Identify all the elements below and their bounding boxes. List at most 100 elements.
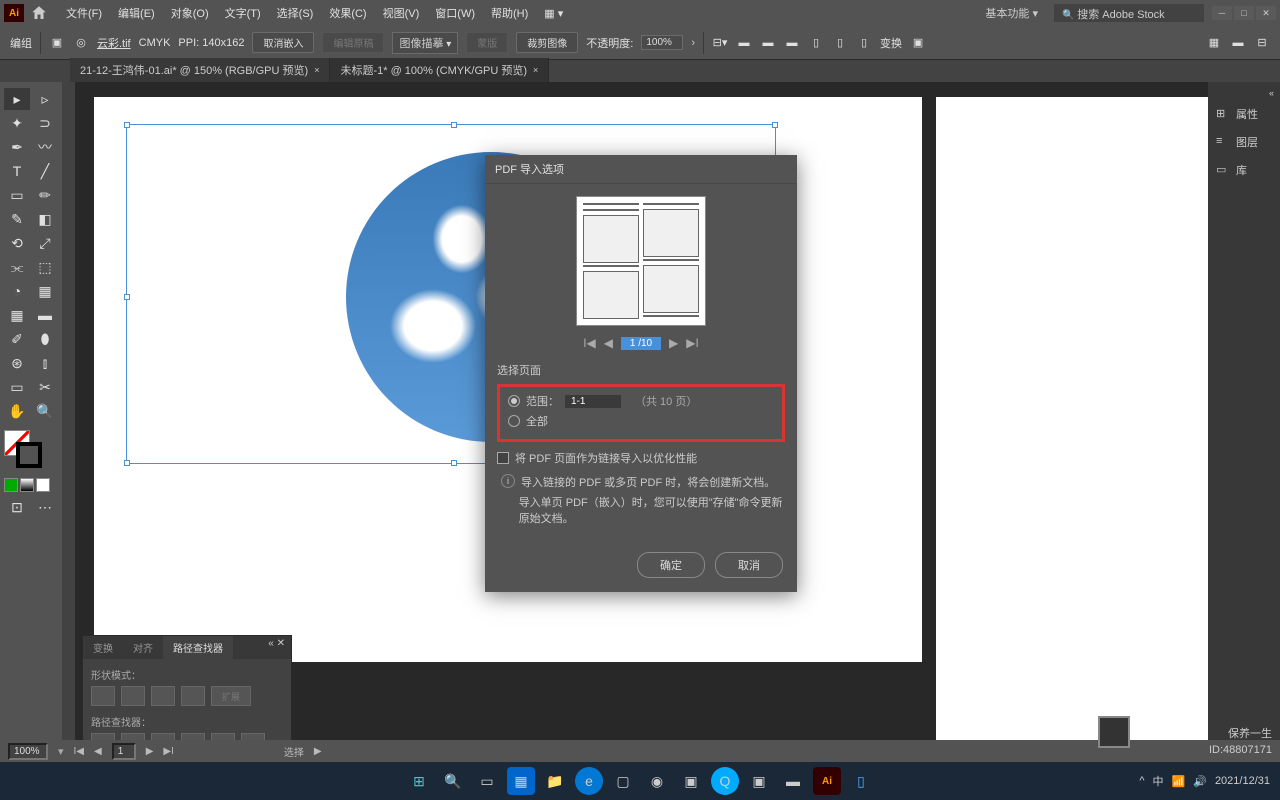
app-icon-1[interactable]: ▢ [609,767,637,795]
slice-tool[interactable]: ✂ [32,376,58,398]
shape-builder-tool[interactable]: ◔ [4,280,30,302]
menu-object[interactable]: 对象(O) [163,5,217,21]
menu-help[interactable]: 帮助(H) [483,5,536,21]
close-button[interactable]: ✕ [1256,6,1276,20]
transform-label[interactable]: 变换 [880,35,902,51]
range-radio[interactable] [508,395,520,407]
filename-label[interactable]: 云彩.tif [97,35,131,51]
nav-last-icon[interactable]: ▶I [163,746,173,757]
target-icon[interactable]: ◎ [73,35,89,51]
link-checkbox[interactable] [497,452,509,464]
app-icon-3[interactable]: Q [711,767,739,795]
curvature-tool[interactable]: 〰 [32,136,58,158]
app-icon-2[interactable]: ▣ [677,767,705,795]
illustrator-taskbar-icon[interactable]: Ai [813,767,841,795]
first-page-button[interactable]: I◀ [583,336,596,350]
maximize-button[interactable]: □ [1234,6,1254,20]
start-icon[interactable]: ⊞ [405,767,433,795]
tray-ime-icon[interactable]: 中 [1153,773,1164,789]
search-stock[interactable]: 🔍 搜索 Adobe Stock [1054,4,1204,22]
type-tool[interactable]: T [4,160,30,182]
tray-chevron-icon[interactable]: ^ [1139,775,1144,787]
edit-toolbar[interactable]: ⋯ [32,496,58,518]
last-page-button[interactable]: ▶I [686,336,699,350]
menu-file[interactable]: 文件(F) [58,5,110,21]
scale-tool[interactable]: ⤢ [32,232,58,254]
image-trace-dropdown[interactable]: 图像描摹 ▾ [392,32,458,54]
align-icon-3[interactable]: ▬ [760,35,776,51]
transform-tab[interactable]: 变换 [83,636,123,659]
prev-page-button[interactable]: ◀ [604,336,613,350]
zoom-tool[interactable]: 🔍 [32,400,58,422]
direct-selection-tool[interactable]: ▹ [32,88,58,110]
edge-icon[interactable]: e [575,767,603,795]
nav-first-icon[interactable]: I◀ [74,746,84,757]
screen-mode-tool[interactable]: ⊡ [4,496,30,518]
menu-window[interactable]: 窗口(W) [427,5,483,21]
perspective-tool[interactable]: ▦ [32,280,58,302]
embed-icon[interactable]: ▣ [49,35,65,51]
blend-tool[interactable]: ⬮ [32,328,58,350]
app-icon-4[interactable]: ▣ [745,767,773,795]
align-icon-1[interactable]: ⊟▾ [712,35,728,51]
intersect-button[interactable] [151,686,175,706]
ok-button[interactable]: 确定 [637,552,705,578]
nav-next-icon[interactable]: ▶ [146,746,154,757]
select-dropdown-icon[interactable]: ▶ [314,746,322,757]
rectangle-tool[interactable]: ▭ [4,184,30,206]
app-icon-6[interactable]: ▯ [847,767,875,795]
all-radio[interactable] [508,415,520,427]
properties-panel-tab[interactable]: ⊞属性 [1208,100,1280,128]
menu-select[interactable]: 选择(S) [269,5,322,21]
unite-button[interactable] [91,686,115,706]
crop-button[interactable]: 裁剪图像 [516,32,578,53]
align-icon-6[interactable]: ▯ [832,35,848,51]
align-icon-7[interactable]: ▯ [856,35,872,51]
menu-type[interactable]: 文字(T) [217,5,269,21]
color-swatch[interactable] [4,478,18,492]
opacity-input[interactable] [641,35,683,50]
none-swatch[interactable] [36,478,50,492]
graph-tool[interactable]: ⫾ [32,352,58,374]
tab-close-icon[interactable]: × [314,65,319,75]
tab-1[interactable]: 21-12-王鸿伟-01.ai* @ 150% (RGB/GPU 预览)× [70,58,330,82]
artboard-nav-input[interactable] [112,743,136,760]
align-icon-4[interactable]: ▬ [784,35,800,51]
nav-prev-icon[interactable]: ◀ [94,746,102,757]
eraser-tool[interactable]: ◧ [32,208,58,230]
shaper-tool[interactable]: ✎ [4,208,30,230]
zoom-input[interactable] [8,743,48,760]
search-icon[interactable]: 🔍 [439,767,467,795]
range-input[interactable] [565,395,621,408]
taskview-icon[interactable]: ▭ [473,767,501,795]
align-tab[interactable]: 对齐 [123,636,163,659]
widgets-icon[interactable]: ▦ [507,767,535,795]
tray-volume-icon[interactable]: 🔊 [1193,775,1207,788]
mesh-tool[interactable]: ▦ [4,304,30,326]
pathfinder-tab[interactable]: 路径查找器 [163,636,233,659]
artboard-tool[interactable]: ▭ [4,376,30,398]
tray-date[interactable]: 2021/12/31 [1215,775,1270,787]
align-icon-5[interactable]: ▯ [808,35,824,51]
menu-edit[interactable]: 编辑(E) [110,5,163,21]
menu-view[interactable]: 视图(V) [375,5,428,21]
free-transform-tool[interactable]: ⬚ [32,256,58,278]
tab-2[interactable]: 未标题-1* @ 100% (CMYK/GPU 预览)× [330,58,549,82]
symbol-sprayer-tool[interactable]: ⊛ [4,352,30,374]
pen-tool[interactable]: ✒ [4,136,30,158]
lasso-tool[interactable]: ⊃ [32,112,58,134]
menu-effect[interactable]: 效果(C) [321,5,374,21]
width-tool[interactable]: ⫘ [4,256,30,278]
home-icon[interactable] [30,4,48,22]
prefs-icon-1[interactable]: ▦ [1206,35,1222,51]
align-icon-2[interactable]: ▬ [736,35,752,51]
next-page-button[interactable]: ▶ [669,336,678,350]
layers-panel-tab[interactable]: ≡图层 [1208,128,1280,156]
tab-close-icon[interactable]: × [533,65,538,75]
explorer-icon[interactable]: 📁 [541,767,569,795]
eyedropper-tool[interactable]: ✐ [4,328,30,350]
transform-icon[interactable]: ▣ [910,35,926,51]
selection-tool[interactable]: ▸ [4,88,30,110]
collapsed-panel[interactable] [62,82,76,742]
page-indicator[interactable]: 1 /10 [621,337,661,350]
